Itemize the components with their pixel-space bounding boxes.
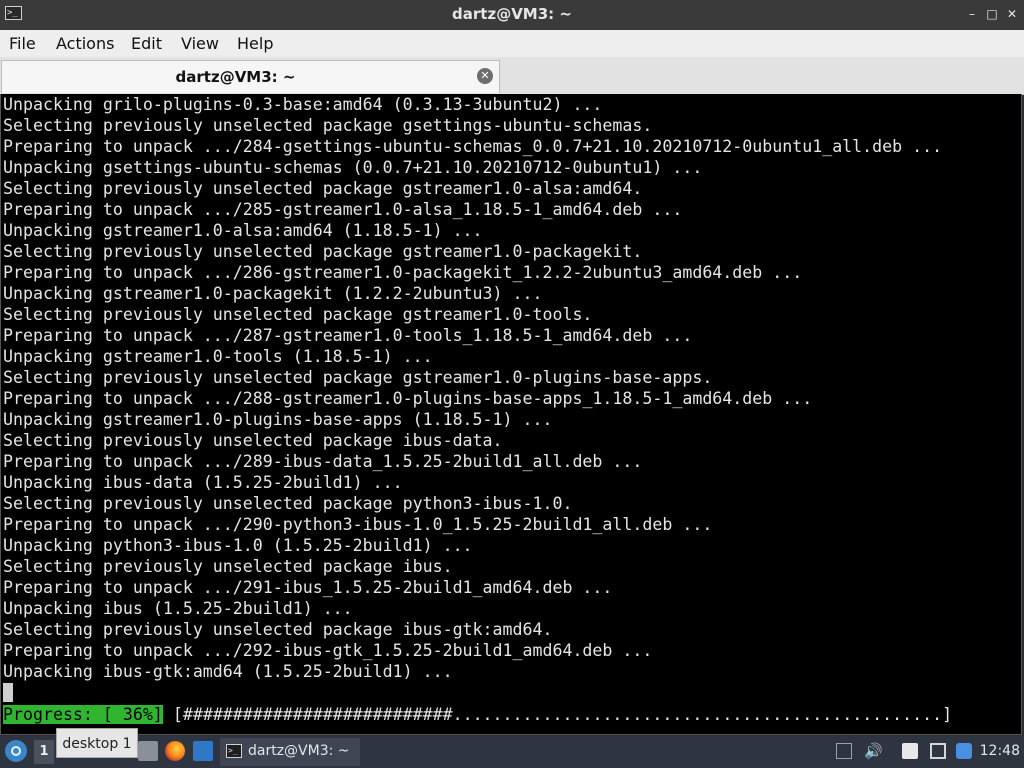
firefox-icon[interactable] xyxy=(165,741,185,761)
minimize-button[interactable]: – xyxy=(964,6,980,22)
terminal-line: Preparing to unpack .../287-gstreamer1.0… xyxy=(3,326,693,345)
terminal-icon: >_ xyxy=(226,744,242,758)
desktop-tooltip: desktop 1 xyxy=(56,728,138,758)
terminal-line: Preparing to unpack .../288-gstreamer1.0… xyxy=(3,389,813,408)
start-menu-icon[interactable] xyxy=(5,740,27,762)
update-notifier-icon[interactable] xyxy=(956,743,972,759)
close-window-button[interactable]: ✕ xyxy=(1004,6,1020,22)
menu-help[interactable]: Help xyxy=(237,34,273,53)
progress-line: Progress: [ 36%] [######################… xyxy=(3,704,952,725)
window-titlebar[interactable]: >_ dartz@VM3: ~ – □ ✕ xyxy=(0,0,1024,30)
terminal-line: Unpacking gstreamer1.0-alsa:amd64 (1.18.… xyxy=(3,221,483,240)
taskbar-item-terminal[interactable]: >_ dartz@VM3: ~ xyxy=(220,738,360,766)
terminal-line: Selecting previously unselected package … xyxy=(3,368,713,387)
terminal-line: Selecting previously unselected package … xyxy=(3,431,503,450)
taskbar-item-label: dartz@VM3: ~ xyxy=(248,743,350,759)
terminal-cursor xyxy=(3,683,13,702)
terminal-line: Unpacking ibus (1.5.25-2build1) ... xyxy=(3,599,353,618)
terminal-tab[interactable]: dartz@VM3: ~ ✕ xyxy=(1,60,500,93)
terminal-line: Selecting previously unselected package … xyxy=(3,557,453,576)
tab-close-icon[interactable]: ✕ xyxy=(477,68,493,84)
terminal-line: Selecting previously unselected package … xyxy=(3,116,653,135)
terminal-line: Preparing to unpack .../289-ibus-data_1.… xyxy=(3,452,643,471)
progress-bar: [###########################............… xyxy=(172,705,953,724)
clipboard-icon[interactable] xyxy=(902,743,918,759)
menu-actions[interactable]: Actions xyxy=(56,34,114,53)
terminal-line: Selecting previously unselected package … xyxy=(3,305,593,324)
terminal-line: Unpacking gstreamer1.0-packagekit (1.2.2… xyxy=(3,284,543,303)
terminal-output[interactable]: Unpacking grilo-plugins-0.3-base:amd64 (… xyxy=(0,94,1022,735)
terminal-line: Selecting previously unselected package … xyxy=(3,242,643,261)
terminal-line: Unpacking gstreamer1.0-tools (1.18.5-1) … xyxy=(3,347,433,366)
terminal-line: Preparing to unpack .../290-python3-ibus… xyxy=(3,515,713,534)
menu-edit[interactable]: Edit xyxy=(131,34,162,53)
tray-arrow-icon[interactable] xyxy=(836,743,852,759)
file-manager-icon[interactable] xyxy=(138,741,158,761)
terminal-line: Preparing to unpack .../284-gsettings-ub… xyxy=(3,137,943,156)
menu-view[interactable]: View xyxy=(181,34,219,53)
maximize-button[interactable]: □ xyxy=(984,6,1000,22)
show-desktop-icon[interactable] xyxy=(193,741,213,761)
terminal-line: Selecting previously unselected package … xyxy=(3,494,573,513)
terminal-line: Unpacking gsettings-ubuntu-schemas (0.0.… xyxy=(3,158,703,177)
tab-title: dartz@VM3: ~ xyxy=(175,68,296,86)
window-title: dartz@VM3: ~ xyxy=(452,5,572,23)
tab-bar: dartz@VM3: ~ ✕ xyxy=(0,57,1024,95)
clock[interactable]: 12:48 xyxy=(980,743,1020,759)
terminal-line: Selecting previously unselected package … xyxy=(3,620,553,639)
terminal-line: Unpacking gstreamer1.0-plugins-base-apps… xyxy=(3,410,553,429)
progress-label: Progress: [ 36%] xyxy=(3,705,163,724)
terminal-line: Preparing to unpack .../292-ibus-gtk_1.5… xyxy=(3,641,653,660)
terminal-line: Unpacking ibus-gtk:amd64 (1.5.25-2build1… xyxy=(3,662,453,681)
menu-bar: File Actions Edit View Help xyxy=(0,30,1024,57)
terminal-line: Unpacking python3-ibus-1.0 (1.5.25-2buil… xyxy=(3,536,473,555)
menu-file[interactable]: File xyxy=(9,34,36,53)
terminal-line: Selecting previously unselected package … xyxy=(3,179,643,198)
terminal-line: Unpacking grilo-plugins-0.3-base:amd64 (… xyxy=(3,95,603,114)
terminal-line: Unpacking ibus-data (1.5.25-2build1) ... xyxy=(3,473,403,492)
terminal-line: Preparing to unpack .../291-ibus_1.5.25-… xyxy=(3,578,613,597)
terminal-line: Preparing to unpack .../286-gstreamer1.0… xyxy=(3,263,803,282)
terminal-line: Preparing to unpack .../285-gstreamer1.0… xyxy=(3,200,683,219)
terminal-lines: Unpacking grilo-plugins-0.3-base:amd64 (… xyxy=(3,94,942,682)
taskbar: 1 desktop 1 >_ dartz@VM3: ~ 🔊 12:48 xyxy=(0,728,1024,768)
network-icon[interactable] xyxy=(930,743,946,759)
volume-icon[interactable]: 🔊 xyxy=(864,743,883,759)
desktop-switcher[interactable]: 1 xyxy=(34,740,54,764)
